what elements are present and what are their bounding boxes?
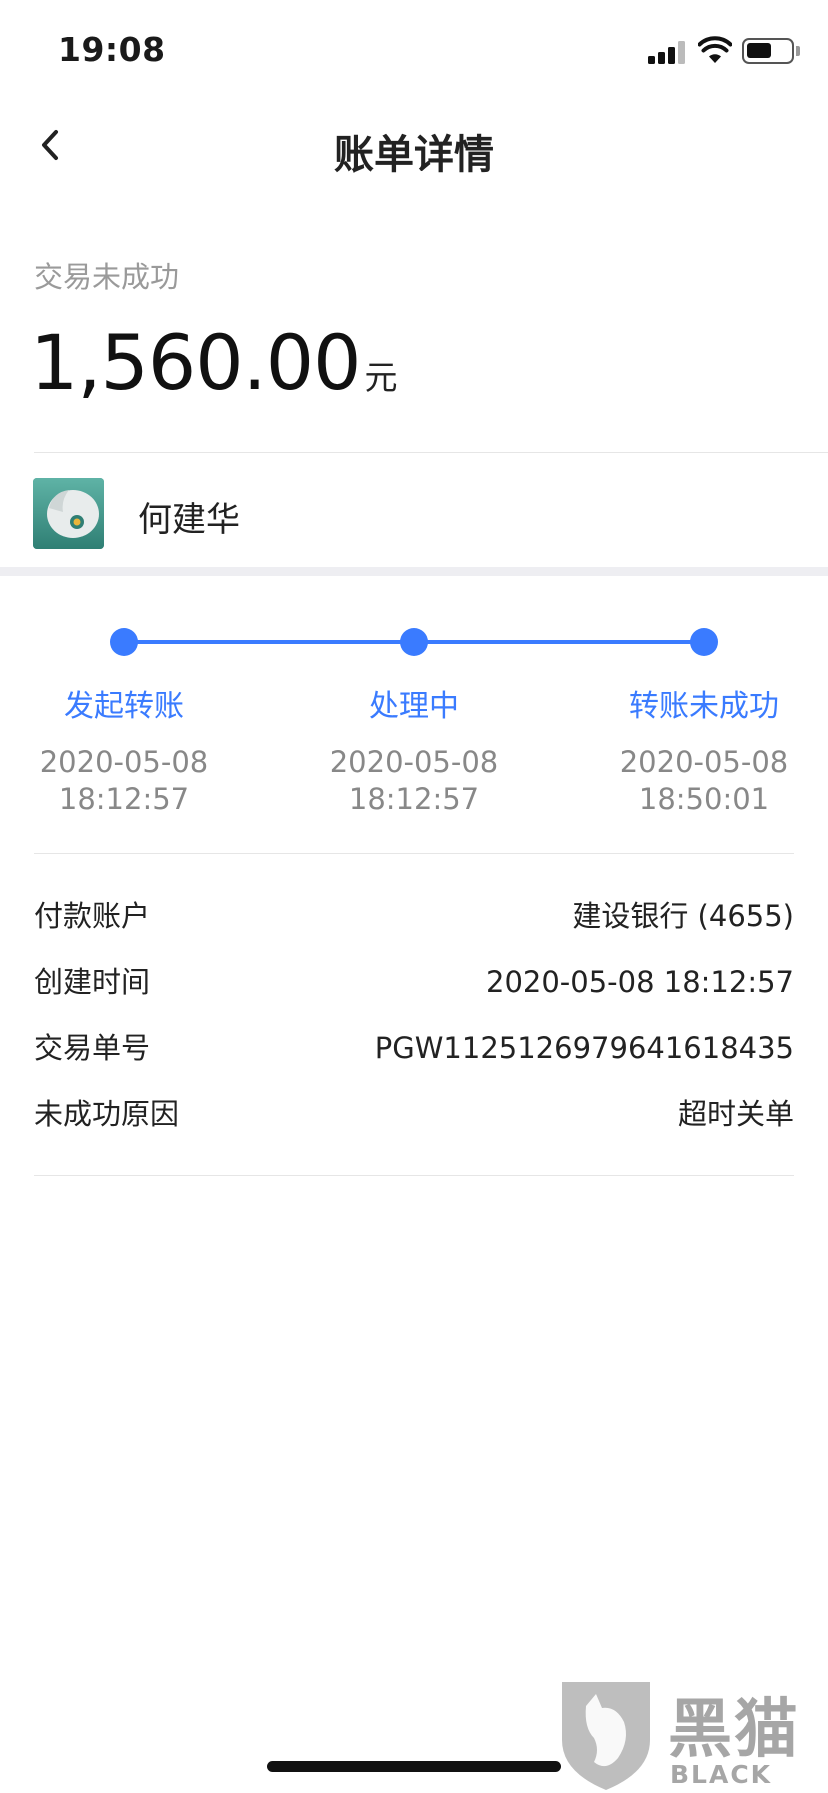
detail-label: 未成功原因 <box>34 1097 180 1131</box>
page-title: 账单详情 <box>334 132 494 178</box>
progress-timeline <box>0 620 828 680</box>
detail-value: 超时关单 <box>677 1097 794 1131</box>
cellular-signal-icon <box>648 40 688 64</box>
detail-label: 付款账户 <box>34 899 151 933</box>
detail-label: 交易单号 <box>34 1031 151 1065</box>
watermark-brand-cn: 黑猫 <box>668 1693 800 1767</box>
home-indicator[interactable] <box>267 1761 561 1772</box>
progress-step-processing: 处理中 2020-05-08 18:12:57 <box>304 685 524 818</box>
status-time: 19:08 <box>58 30 166 69</box>
cat-shield-icon <box>562 1682 650 1790</box>
step-time: 18:12:57 <box>58 782 190 816</box>
divider <box>34 1175 794 1176</box>
payee-name: 何建华 <box>138 500 240 540</box>
currency-unit: 元 <box>364 358 398 397</box>
detail-label: 创建时间 <box>34 965 151 999</box>
progress-step-initiated: 发起转账 2020-05-08 18:12:57 <box>14 685 234 818</box>
progress-step-failed: 转账未成功 2020-05-08 18:50:01 <box>594 685 814 818</box>
step-label: 处理中 <box>369 689 459 724</box>
step-date: 2020-05-08 <box>619 745 789 779</box>
step-time: 18:12:57 <box>348 782 480 816</box>
wifi-icon <box>698 36 732 63</box>
transaction-amount: 1,560.00 <box>30 318 361 407</box>
section-separator <box>0 567 828 576</box>
detail-value[interactable]: PGW1125126979641618435 <box>375 1026 794 1070</box>
amount-row: 1,560.00 元 <box>30 318 397 408</box>
step-date: 2020-05-08 <box>329 745 499 779</box>
timeline-node <box>400 628 428 656</box>
bill-detail-page: 19:08 账单详情 交易未成功 1,560.00 元 何建华 发起转账 202… <box>0 0 828 1793</box>
detail-row-failure-reason: 未成功原因 超时关单 <box>34 1092 794 1136</box>
timeline-node <box>690 628 718 656</box>
timeline-node <box>110 628 138 656</box>
status-bar: 19:08 <box>0 0 828 100</box>
step-date: 2020-05-08 <box>39 745 209 779</box>
watermark-logo: 黑猫 BLACK CAT <box>556 1676 828 1793</box>
detail-row-order-number: 交易单号 PGW1125126979641618435 <box>34 1026 794 1070</box>
transaction-status: 交易未成功 <box>34 260 180 294</box>
step-label: 发起转账 <box>64 689 184 724</box>
watermark-brand-en: BLACK CAT <box>670 1760 773 1793</box>
detail-row-created-time: 创建时间 2020-05-08 18:12:57 <box>34 960 794 1004</box>
payee-avatar <box>33 478 104 549</box>
detail-value: 建设银行 (4655) <box>572 899 794 933</box>
step-time: 18:50:01 <box>638 782 770 816</box>
payee-row[interactable]: 何建华 <box>0 453 828 567</box>
battery-icon <box>742 38 794 64</box>
detail-row-payment-account: 付款账户 建设银行 (4655) <box>34 894 794 938</box>
detail-value: 2020-05-08 18:12:57 <box>486 965 794 999</box>
divider <box>34 853 794 854</box>
step-label: 转账未成功 <box>629 689 779 724</box>
nav-bar: 账单详情 <box>0 100 828 192</box>
